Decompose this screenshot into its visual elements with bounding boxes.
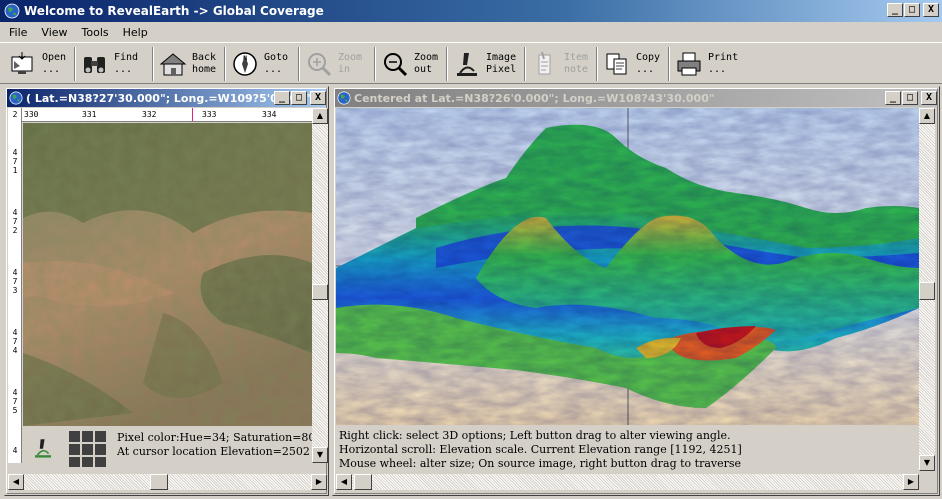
maximize-button[interactable]: □: [904, 3, 920, 17]
note-icon: [538, 51, 551, 75]
horizontal-scroll-thumb[interactable]: [150, 474, 168, 490]
find-label: Find ...: [114, 52, 139, 75]
source-close-button[interactable]: X: [310, 91, 326, 105]
close-button[interactable]: X: [923, 3, 939, 17]
app-title: Welcome to RevealEarth -> Global Coverag…: [24, 4, 324, 18]
svg-text:N: N: [243, 55, 248, 62]
menu-view[interactable]: View: [36, 26, 72, 39]
zoom-in-button[interactable]: Zoom in: [304, 46, 362, 82]
3d-window-title: Centered at Lat.=N38?26'0.000"; Long.=W1…: [354, 91, 715, 105]
3d-scroll-up-button[interactable]: ▲: [919, 108, 935, 124]
copy-label: Copy ...: [636, 52, 661, 75]
source-horizontal-scrollbar[interactable]: ◀ ▶: [8, 474, 327, 490]
zoom-in-label: Zoom in: [338, 52, 363, 75]
3d-maximize-button[interactable]: □: [902, 91, 918, 105]
cursor-elevation-text: At cursor location Elevation=2502 (m ): [117, 445, 312, 458]
satellite-image[interactable]: [23, 123, 312, 426]
3d-terrain-view[interactable]: [336, 108, 919, 425]
menu-file[interactable]: File: [4, 26, 32, 39]
image-pixel-label: Image Pixel: [486, 52, 517, 75]
3d-help-panel: Right click: select 3D options; Left but…: [336, 426, 919, 471]
globe-icon: [9, 91, 23, 105]
menu-bar: File View Tools Help: [0, 22, 942, 42]
menu-tools[interactable]: Tools: [77, 26, 114, 39]
home-icon: [159, 53, 187, 76]
scroll-left-button[interactable]: ◀: [8, 474, 24, 490]
back-home-button[interactable]: Back home: [158, 46, 216, 82]
globe-icon: [4, 3, 20, 19]
3d-scroll-right-button[interactable]: ▶: [903, 474, 919, 490]
3d-vertical-scrollbar[interactable]: ▲ ▼: [919, 108, 935, 471]
back-home-label: Back home: [192, 52, 217, 75]
help-line-elevation-range: Horizontal scroll: Elevation scale. Curr…: [339, 443, 742, 456]
minimize-button[interactable]: _: [887, 3, 903, 17]
3d-view-window: Centered at Lat.=N38?26'0.000"; Long.=W1…: [332, 86, 940, 496]
elevation-scale-thumb[interactable]: [354, 474, 372, 490]
app-title-bar[interactable]: Welcome to RevealEarth -> Global Coverag…: [0, 0, 942, 22]
3d-close-button[interactable]: X: [921, 91, 937, 105]
source-minimize-button[interactable]: _: [274, 91, 290, 105]
item-note-button[interactable]: Item note: [530, 46, 588, 82]
vertical-ruler: 2 471 472 473 474 475 4: [8, 108, 22, 463]
pixel-info-panel: Pixel color:Hue=34; Saturation=80; Lu At…: [23, 427, 312, 467]
3d-minimize-button[interactable]: _: [885, 91, 901, 105]
zoom-out-label: Zoom out: [414, 52, 439, 75]
source-window-title: ( Lat.=N38?27'30.000"; Long.=W109?5'0.00…: [26, 91, 316, 105]
menu-help[interactable]: Help: [118, 26, 153, 39]
horizontal-ruler: 330 331 332 333 334: [22, 108, 312, 122]
3d-scroll-left-button[interactable]: ◀: [336, 474, 352, 490]
scroll-down-button[interactable]: ▼: [312, 447, 328, 463]
3d-scroll-down-button[interactable]: ▼: [919, 455, 935, 471]
zoom-out-icon: [384, 53, 408, 77]
binoculars-icon: [84, 57, 105, 73]
help-line-mouse-wheel: Mouse wheel: alter size; On source image…: [339, 457, 742, 470]
goto-label: Goto ...: [264, 52, 289, 75]
open-button[interactable]: Open ...: [8, 46, 66, 82]
find-button[interactable]: Find ...: [80, 46, 138, 82]
zoom-in-icon: [308, 53, 332, 77]
print-button[interactable]: Print ...: [674, 46, 738, 82]
compass-icon: N: [233, 52, 257, 76]
scroll-up-button[interactable]: ▲: [312, 108, 328, 124]
3d-window-title-bar[interactable]: Centered at Lat.=N38?26'0.000"; Long.=W1…: [335, 89, 937, 107]
microscope-icon: [457, 53, 477, 76]
zoom-out-button[interactable]: Zoom out: [380, 46, 438, 82]
source-image-window: ( Lat.=N38?27'30.000"; Long.=W109?5'0.00…: [4, 86, 329, 496]
copy-icon: [606, 53, 627, 75]
source-vertical-scrollbar[interactable]: ▲ ▼: [312, 108, 328, 463]
open-icon: [11, 52, 33, 74]
scroll-right-button[interactable]: ▶: [311, 474, 327, 490]
microscope-icon: [35, 439, 51, 458]
print-label: Print ...: [708, 52, 739, 75]
globe-icon: [337, 91, 351, 105]
help-line-right-click: Right click: select 3D options; Left but…: [339, 429, 731, 442]
image-pixel-button[interactable]: Image Pixel: [452, 46, 516, 82]
goto-button[interactable]: N Goto ...: [230, 46, 288, 82]
pixel-color-swatch: [69, 431, 106, 467]
open-label: Open ...: [42, 52, 67, 75]
printer-icon: [677, 52, 701, 76]
source-maximize-button[interactable]: □: [291, 91, 307, 105]
toolbar: Open ... Find ... Back home N Goto ... Z…: [0, 42, 942, 84]
item-note-label: Item note: [564, 52, 589, 75]
3d-vertical-scroll-thumb[interactable]: [919, 282, 935, 300]
vertical-scroll-thumb[interactable]: [312, 284, 328, 300]
copy-button[interactable]: Copy ...: [602, 46, 660, 82]
elevation-scale-scrollbar[interactable]: ◀ ▶: [336, 474, 919, 490]
pixel-color-text: Pixel color:Hue=34; Saturation=80; Lu: [117, 431, 312, 444]
